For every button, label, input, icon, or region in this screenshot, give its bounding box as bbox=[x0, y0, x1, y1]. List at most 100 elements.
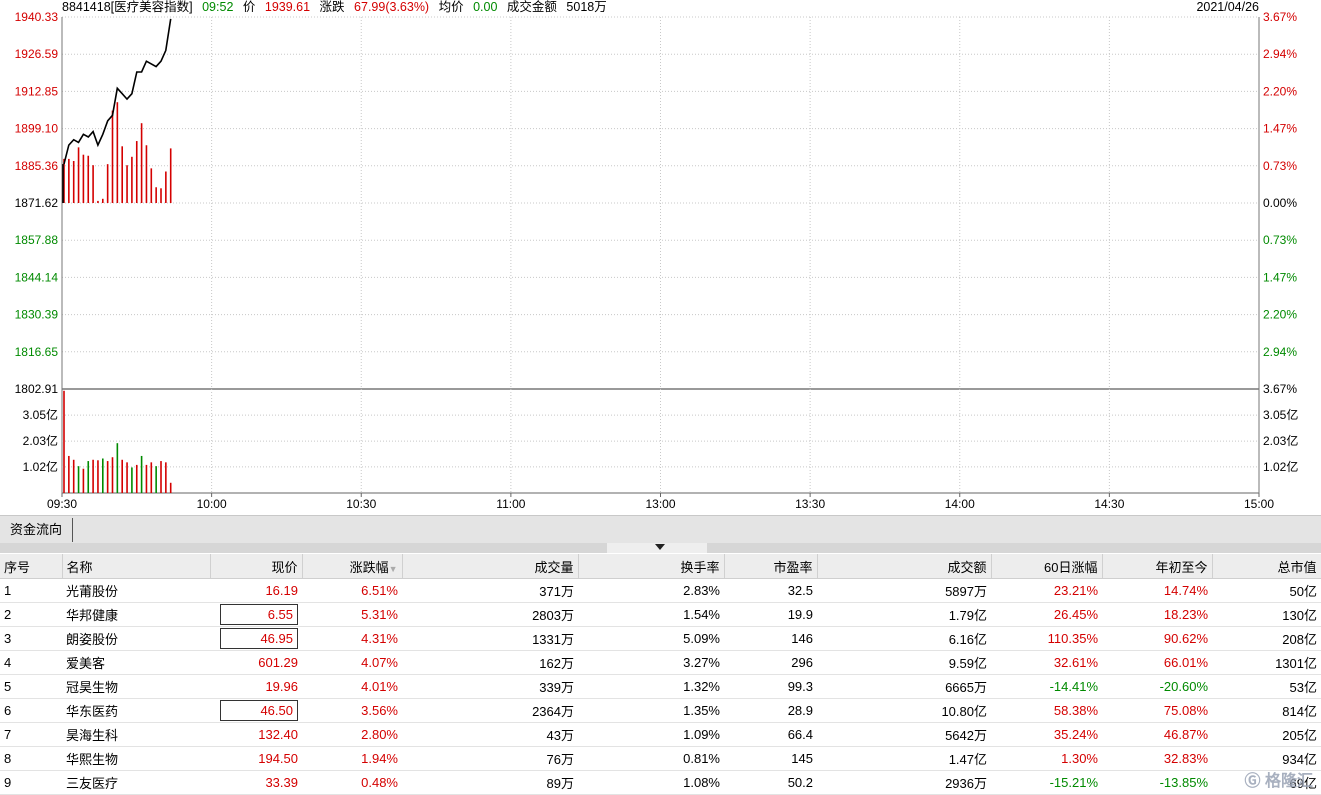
row-60d: 23.21% bbox=[991, 578, 1102, 603]
volume-tick-label-right: 3.05亿 bbox=[1263, 407, 1298, 422]
table-row[interactable]: 2 华邦健康 6.55 5.31% 2803万 1.54% 19.9 1.79亿 26.45% 1… bbox=[0, 602, 1321, 627]
row-pe: 19.9 bbox=[724, 602, 817, 627]
row-name: 昊海生科 bbox=[62, 722, 210, 747]
y-right-tick-label: 0.73% bbox=[1263, 233, 1297, 247]
row-amount: 10.80亿 bbox=[817, 698, 991, 723]
row-turnover: 0.81% bbox=[578, 746, 724, 771]
row-name: 华邦健康 bbox=[62, 602, 210, 627]
x-tick-label: 09:30 bbox=[47, 497, 77, 511]
x-tick-label: 10:00 bbox=[197, 497, 227, 511]
row-amount: 1.47亿 bbox=[817, 746, 991, 771]
turnover-amount: 5018万 bbox=[566, 0, 607, 14]
col-header-60d[interactable]: 60日涨幅 bbox=[991, 554, 1103, 579]
col-header-change-pct-label: 涨跌幅 bbox=[349, 559, 389, 575]
row-change-pct: 1.94% bbox=[302, 746, 402, 771]
col-header-no[interactable]: 序号 bbox=[0, 554, 63, 579]
row-no: 5 bbox=[0, 674, 62, 699]
row-60d: 1.30% bbox=[991, 746, 1102, 771]
y-right-tick-label: 1.47% bbox=[1263, 270, 1297, 284]
col-header-change-pct[interactable]: 涨跌幅▼ bbox=[302, 554, 403, 579]
y-right-tick-label: 2.20% bbox=[1263, 308, 1297, 322]
row-mktcap: 53亿 bbox=[1212, 674, 1321, 699]
table-row[interactable]: 3 朗姿股份 46.95 4.31% 1331万 5.09% 146 6.16亿 110.35%… bbox=[0, 626, 1321, 651]
col-header-price[interactable]: 现价 bbox=[210, 554, 303, 579]
row-mktcap: 130亿 bbox=[1212, 602, 1321, 627]
table-row[interactable]: 4 爱美客 601.29 4.07% 162万 3.27% 296 9.59亿 32.61% 66… bbox=[0, 650, 1321, 675]
col-header-name[interactable]: 名称 bbox=[62, 554, 211, 579]
y-right-tick-label: 3.67% bbox=[1263, 382, 1297, 396]
row-price: 194.50 bbox=[210, 746, 302, 771]
constituents-table: 序号 名称 现价 涨跌幅▼ 成交量 换手率 市盈率 成交额 60日涨幅 年初至今… bbox=[0, 554, 1321, 795]
y-right-tick-label: 0.00% bbox=[1263, 196, 1297, 210]
row-no: 6 bbox=[0, 698, 62, 723]
col-header-pe[interactable]: 市盈率 bbox=[724, 554, 818, 579]
row-amount: 6665万 bbox=[817, 674, 991, 699]
row-volume: 76万 bbox=[402, 746, 578, 771]
row-volume: 162万 bbox=[402, 650, 578, 675]
avg-price-label: 均价 bbox=[438, 0, 464, 14]
change-label: 涨跌 bbox=[319, 0, 345, 14]
row-price: 16.19 bbox=[210, 578, 302, 603]
row-no: 8 bbox=[0, 746, 62, 771]
row-name: 华熙生物 bbox=[62, 746, 210, 771]
row-change-pct: 2.80% bbox=[302, 722, 402, 747]
row-price: 19.96 bbox=[210, 674, 302, 699]
col-header-turnover[interactable]: 换手率 bbox=[578, 554, 725, 579]
row-60d: 58.38% bbox=[991, 698, 1102, 723]
amount-label: 成交金额 bbox=[506, 0, 557, 14]
row-no: 3 bbox=[0, 626, 62, 651]
y-left-tick-label: 1912.85 bbox=[15, 84, 59, 98]
row-volume: 371万 bbox=[402, 578, 578, 603]
row-mktcap: 208亿 bbox=[1212, 626, 1321, 651]
collapse-arrow-icon[interactable] bbox=[655, 544, 665, 550]
col-header-mktcap[interactable]: 总市值 bbox=[1212, 554, 1321, 579]
x-tick-label: 10:30 bbox=[346, 497, 376, 511]
table-row[interactable]: 6 华东医药 46.50 3.56% 2364万 1.35% 28.9 10.80亿 58.38… bbox=[0, 698, 1321, 723]
last-price: 1939.61 bbox=[264, 0, 311, 14]
col-header-volume[interactable]: 成交量 bbox=[402, 554, 579, 579]
row-turnover: 3.27% bbox=[578, 650, 724, 675]
row-price: 33.39 bbox=[210, 770, 302, 795]
table-row[interactable]: 9 三友医疗 33.39 0.48% 89万 1.08% 50.2 2936万 -15.21% -… bbox=[0, 770, 1321, 795]
col-header-amount[interactable]: 成交额 bbox=[817, 554, 992, 579]
y-left-tick-label: 1830.39 bbox=[15, 308, 59, 322]
row-60d: -15.21% bbox=[991, 770, 1102, 795]
x-tick-label: 14:30 bbox=[1094, 497, 1124, 511]
row-volume: 2364万 bbox=[402, 698, 578, 723]
table-row[interactable]: 8 华熙生物 194.50 1.94% 76万 0.81% 145 1.47亿 1.30% 32.… bbox=[0, 746, 1321, 771]
row-price: 6.55 bbox=[210, 602, 302, 627]
row-amount: 9.59亿 bbox=[817, 650, 991, 675]
row-ytd: -13.85% bbox=[1102, 770, 1212, 795]
row-no: 2 bbox=[0, 602, 62, 627]
tab-capital-flow[interactable]: 资金流向 bbox=[0, 518, 74, 542]
y-left-tick-label: 1940.33 bbox=[15, 10, 59, 24]
row-ytd: 90.62% bbox=[1102, 626, 1212, 651]
row-no: 4 bbox=[0, 650, 62, 675]
y-left-tick-label: 1926.59 bbox=[15, 47, 59, 61]
col-header-ytd[interactable]: 年初至今 bbox=[1102, 554, 1213, 579]
table-row[interactable]: 1 光莆股份 16.19 6.51% 371万 2.83% 32.5 5897万 23.21% 1… bbox=[0, 578, 1321, 603]
y-right-tick-label: 2.94% bbox=[1263, 345, 1297, 359]
row-pe: 145 bbox=[724, 746, 817, 771]
row-60d: 26.45% bbox=[991, 602, 1102, 627]
y-left-tick-label: 1885.36 bbox=[15, 159, 59, 173]
row-name: 朗姿股份 bbox=[62, 626, 210, 651]
row-amount: 6.16亿 bbox=[817, 626, 991, 651]
price-cell-box: 6.55 bbox=[220, 604, 298, 625]
row-volume: 339万 bbox=[402, 674, 578, 699]
y-right-tick-label: 2.20% bbox=[1263, 84, 1297, 98]
y-left-tick-label: 1816.65 bbox=[15, 345, 59, 359]
price-cell-box: 46.50 bbox=[220, 700, 298, 721]
volume-tick-label-right: 2.03亿 bbox=[1263, 433, 1298, 448]
x-tick-label: 11:00 bbox=[496, 497, 525, 511]
table-row[interactable]: 7 昊海生科 132.40 2.80% 43万 1.09% 66.4 5642万 35.24% 4… bbox=[0, 722, 1321, 747]
row-turnover: 1.32% bbox=[578, 674, 724, 699]
y-right-tick-label: 0.73% bbox=[1263, 159, 1297, 173]
y-left-tick-label: 1844.14 bbox=[15, 270, 59, 284]
table-row[interactable]: 5 冠昊生物 19.96 4.01% 339万 1.32% 99.3 6665万 -14.41%… bbox=[0, 674, 1321, 699]
y-right-tick-label: 1.47% bbox=[1263, 122, 1297, 136]
row-ytd: 66.01% bbox=[1102, 650, 1212, 675]
row-60d: 35.24% bbox=[991, 722, 1102, 747]
panel-splitter[interactable] bbox=[0, 543, 1321, 553]
y-left-tick-label: 1871.62 bbox=[15, 196, 59, 210]
